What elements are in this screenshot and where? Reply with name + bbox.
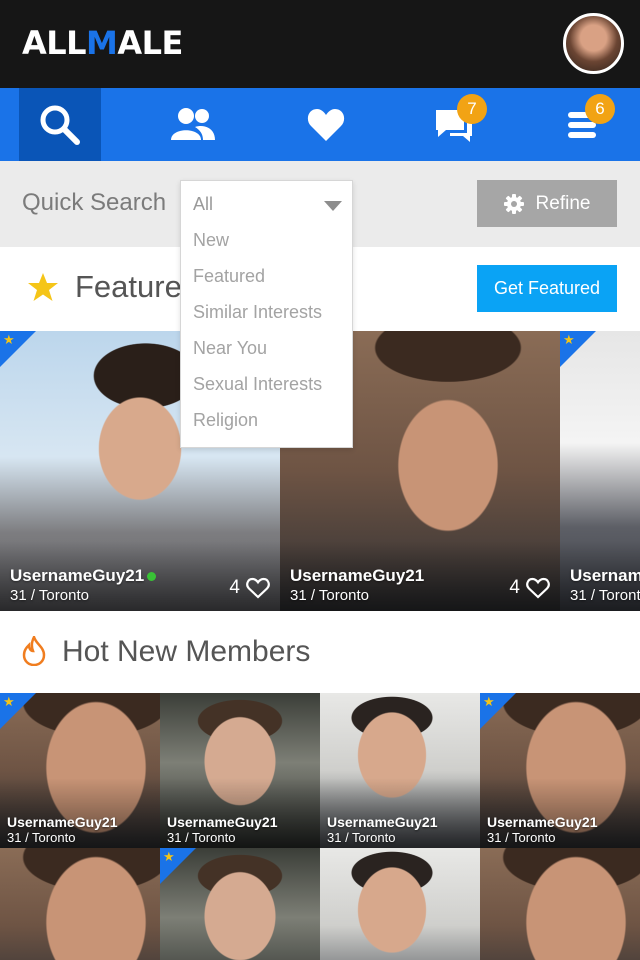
hot-members-title: Hot New Members xyxy=(62,635,311,668)
nav-friends[interactable] xyxy=(152,88,234,161)
refine-button[interactable]: Refine xyxy=(477,180,617,227)
star-icon: ★ xyxy=(163,849,175,864)
member-card[interactable]: ★ UsernameGuy21 31 / Toronto xyxy=(480,693,640,848)
search-icon xyxy=(40,105,80,145)
main-nav: 7 6 xyxy=(0,88,640,161)
menu-badge: 6 xyxy=(585,94,615,124)
dropdown-option-near-you[interactable]: Near You xyxy=(193,338,267,359)
like-count: 4 xyxy=(229,577,240,598)
member-username: UsernameGuy21 xyxy=(7,814,118,830)
like-count: 4 xyxy=(509,577,520,598)
dropdown-option-new[interactable]: New xyxy=(193,230,229,251)
member-meta: 31 / Toronto xyxy=(167,830,236,845)
like-counter[interactable]: 4 xyxy=(509,577,550,599)
quick-search-dropdown[interactable]: All New Featured Similar Interests Near … xyxy=(180,180,353,448)
dropdown-option-similar-interests[interactable]: Similar Interests xyxy=(193,302,322,323)
star-icon: ★ xyxy=(563,332,575,347)
dropdown-option-sexual-interests[interactable]: Sexual Interests xyxy=(193,374,322,395)
nav-search[interactable] xyxy=(19,88,101,161)
member-card[interactable] xyxy=(320,848,480,960)
profile-meta: 31 / Toronto xyxy=(290,587,369,604)
member-meta: 31 / Toronto xyxy=(487,830,556,845)
chevron-down-icon[interactable] xyxy=(324,201,342,211)
star-icon: ★ xyxy=(3,332,15,347)
messages-badge: 7 xyxy=(457,94,487,124)
profile-meta: 31 / Toronto xyxy=(10,587,89,604)
nav-favorites[interactable] xyxy=(285,88,367,161)
dropdown-selected-value[interactable]: All xyxy=(193,194,213,215)
dropdown-option-religion[interactable]: Religion xyxy=(193,410,258,431)
like-counter[interactable]: 4 xyxy=(229,577,270,599)
member-card[interactable]: ★ UsernameGuy21 31 / Toronto xyxy=(0,693,160,848)
member-card[interactable] xyxy=(480,848,640,960)
hot-members-grid: ★ UsernameGuy21 31 / Toronto UsernameGuy… xyxy=(0,693,640,960)
profile-username: UsernameGuy21 xyxy=(10,566,145,585)
app-header: ALLMALE xyxy=(0,0,640,88)
member-meta: 31 / Toronto xyxy=(7,830,76,845)
online-status-icon xyxy=(147,572,157,582)
star-icon: ★ xyxy=(483,694,495,709)
app-logo[interactable]: ALLMALE xyxy=(22,24,183,62)
member-card[interactable] xyxy=(0,848,160,960)
profile-meta: 31 / Toronto xyxy=(570,587,640,604)
gear-icon xyxy=(503,193,524,214)
get-featured-button[interactable]: Get Featured xyxy=(477,265,617,312)
member-username: UsernameGuy21 xyxy=(487,814,598,830)
users-icon xyxy=(171,107,215,140)
profile-username: UsernameGuy21 xyxy=(290,566,425,585)
hot-members-header: Hot New Members xyxy=(0,611,640,693)
profile-avatar[interactable] xyxy=(563,13,624,74)
dropdown-option-featured[interactable]: Featured xyxy=(193,266,265,287)
star-icon: ★ xyxy=(3,694,15,709)
flame-icon xyxy=(22,636,46,666)
profile-username: UsernameGuy21 xyxy=(570,566,640,585)
star-icon xyxy=(28,273,58,301)
member-username: UsernameGuy21 xyxy=(167,814,278,830)
member-card[interactable]: ★ xyxy=(160,848,320,960)
member-card[interactable]: UsernameGuy21 31 / Toronto xyxy=(320,693,480,848)
heart-outline-icon[interactable] xyxy=(526,577,550,599)
heart-outline-icon[interactable] xyxy=(246,577,270,599)
member-card[interactable]: UsernameGuy21 31 / Toronto xyxy=(160,693,320,848)
refine-label: Refine xyxy=(535,192,591,214)
member-username: UsernameGuy21 xyxy=(327,814,438,830)
featured-profile-card[interactable]: ★ UsernameGuy21 31 / Toronto xyxy=(560,331,640,611)
nav-menu[interactable]: 6 xyxy=(543,88,625,161)
member-meta: 31 / Toronto xyxy=(327,830,396,845)
heart-icon xyxy=(307,108,345,141)
nav-messages[interactable]: 7 xyxy=(413,88,495,161)
quick-search-label: Quick Search xyxy=(22,189,167,216)
